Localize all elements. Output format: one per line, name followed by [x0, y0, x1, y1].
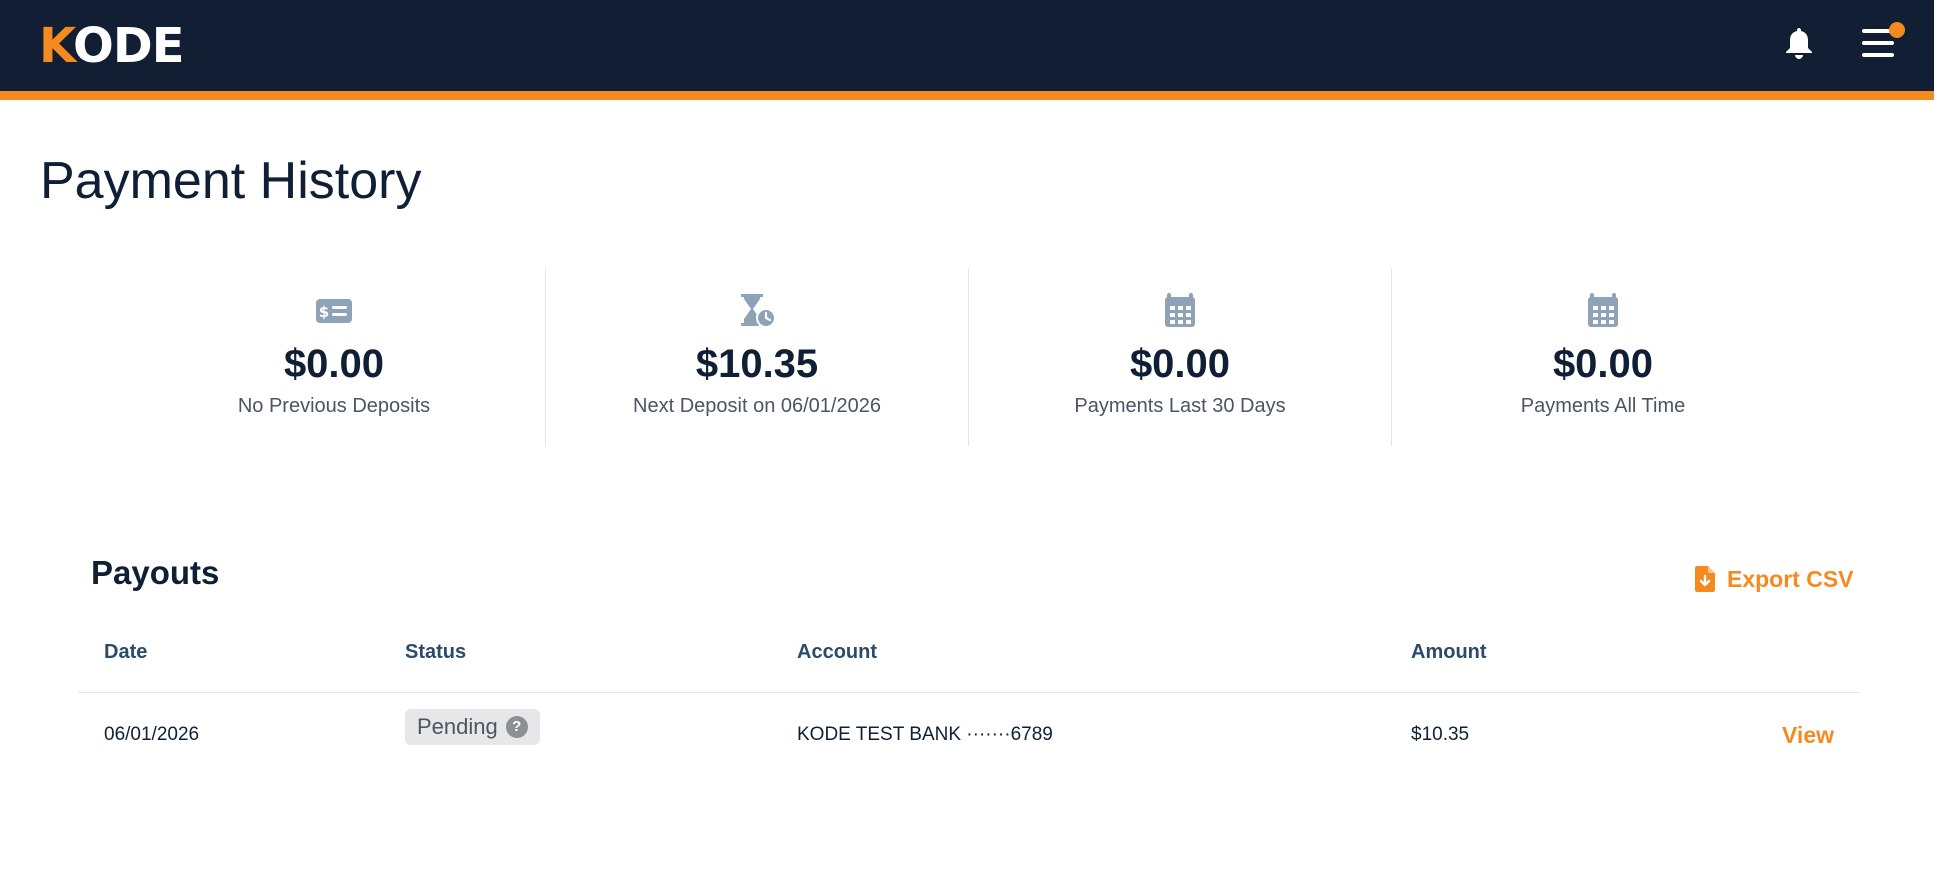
stat-value: $0.00	[1552, 342, 1654, 386]
column-header-account[interactable]: Account	[797, 630, 877, 674]
page-title: Payment History	[40, 152, 422, 210]
payouts-heading: Payouts	[91, 554, 220, 591]
stat-all-time: $0.00 Payments All Time	[1391, 268, 1814, 446]
stat-label: No Previous Deposits	[237, 395, 431, 417]
stat-value: $10.35	[695, 342, 819, 386]
stat-last-30-days: $0.00 Payments Last 30 Days	[968, 268, 1391, 446]
stat-next-deposit: $10.35 Next Deposit on 06/01/2026	[545, 268, 968, 446]
help-icon[interactable]: ?	[505, 716, 528, 738]
cell-account: KODE TEST BANK ·······6789	[797, 724, 1053, 745]
stat-label: Payments All Time	[1520, 395, 1686, 417]
view-link[interactable]: View	[1782, 715, 1834, 755]
table-header: Date Status Account Amount	[78, 630, 1860, 693]
stat-label: Next Deposit on 06/01/2026	[633, 395, 881, 417]
stat-label: Payments Last 30 Days	[1074, 395, 1286, 417]
svg-text:$: $	[319, 303, 329, 321]
cell-date: 06/01/2026	[104, 724, 200, 745]
calendar-icon	[1165, 293, 1195, 327]
export-csv-label: Export CSV	[1727, 565, 1854, 592]
stat-value: $0.00	[1129, 342, 1231, 386]
bell-icon[interactable]	[1783, 26, 1815, 60]
stat-previous-deposits: $ $0.00 No Previous Deposits	[123, 268, 545, 446]
table-row[interactable]: 06/01/2026 Pending ? KODE TEST BANK ····…	[78, 693, 1860, 775]
status-badge: Pending ?	[405, 709, 540, 745]
export-csv-button[interactable]: Export CSV	[1695, 563, 1854, 595]
column-header-date[interactable]: Date	[104, 630, 147, 674]
status-text: Pending	[417, 714, 498, 739]
header-accent-stripe	[0, 91, 1934, 100]
file-download-icon	[1695, 566, 1715, 592]
cell-amount: $10.35	[1411, 724, 1470, 745]
logo-letters-ode: ODE	[73, 18, 184, 74]
hourglass-clock-icon	[741, 294, 776, 328]
payouts-table: Date Status Account Amount 06/01/2026 Pe…	[78, 630, 1860, 775]
top-nav-bar: KODE	[0, 0, 1934, 91]
column-header-status[interactable]: Status	[405, 630, 466, 674]
calendar-icon	[1588, 293, 1618, 327]
stat-value: $0.00	[283, 342, 385, 386]
stats-summary: $ $0.00 No Previous Deposits $10.35 Next…	[123, 268, 1813, 446]
cell-status: Pending ?	[405, 709, 540, 749]
notification-dot	[1889, 22, 1905, 38]
money-card-icon: $	[316, 299, 352, 323]
kode-logo[interactable]: KODE	[39, 18, 184, 74]
logo-letter-k: K	[39, 18, 74, 74]
column-header-amount[interactable]: Amount	[1411, 630, 1487, 674]
